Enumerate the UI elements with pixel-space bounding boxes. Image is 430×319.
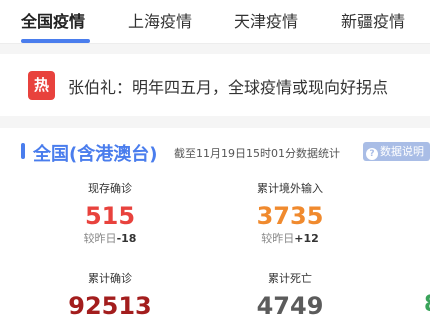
stat-label: 累计确诊 (88, 272, 132, 285)
tab-national[interactable]: 全国疫情 (21, 8, 85, 32)
divider (0, 116, 430, 128)
divider (0, 44, 430, 54)
stat-label: 现存确诊 (88, 182, 132, 195)
data-timestamp: 截至11月19日15时01分数据统计 (174, 147, 340, 160)
stat-delta: 较昨日+12 (261, 232, 319, 245)
section-title: 全国(含港澳台) (33, 144, 158, 165)
stat-deaths: 累计死亡 4749 (240, 270, 340, 319)
active-tab-indicator (21, 39, 90, 43)
stat-label: 累计死亡 (268, 272, 312, 285)
data-explain-label: 数据说明 (380, 145, 424, 158)
stat-total-confirmed: 累计确诊 92513 (60, 270, 160, 319)
stat-current-confirmed: 现存确诊 515 较昨日-18 (60, 180, 160, 246)
tab-tianjin[interactable]: 天津疫情 (234, 8, 298, 32)
stat-value: 3735 (256, 202, 324, 230)
stat-value: 92513 (68, 292, 152, 319)
stat-imported: 累计境外输入 3735 较昨日+12 (240, 180, 340, 246)
hot-news-text[interactable]: 张伯礼：明年四五月，全球疫情或现向好拐点 (68, 74, 388, 98)
data-explain-button[interactable]: ? 数据说明 (363, 142, 430, 161)
stat-value-partial: 8 (424, 292, 430, 317)
section-marker (21, 143, 25, 159)
stat-delta: 较昨日-18 (83, 232, 137, 245)
stat-value: 515 (84, 202, 136, 230)
tab-shanghai[interactable]: 上海疫情 (128, 8, 192, 32)
stat-value: 4749 (256, 292, 324, 319)
stat-label: 累计境外输入 (257, 182, 323, 195)
region-tabs: 全国疫情 上海疫情 天津疫情 新疆疫情 (0, 0, 430, 44)
question-icon: ? (366, 148, 378, 160)
hot-badge: 热 (28, 71, 55, 100)
tab-xinjiang[interactable]: 新疆疫情 (341, 8, 405, 32)
